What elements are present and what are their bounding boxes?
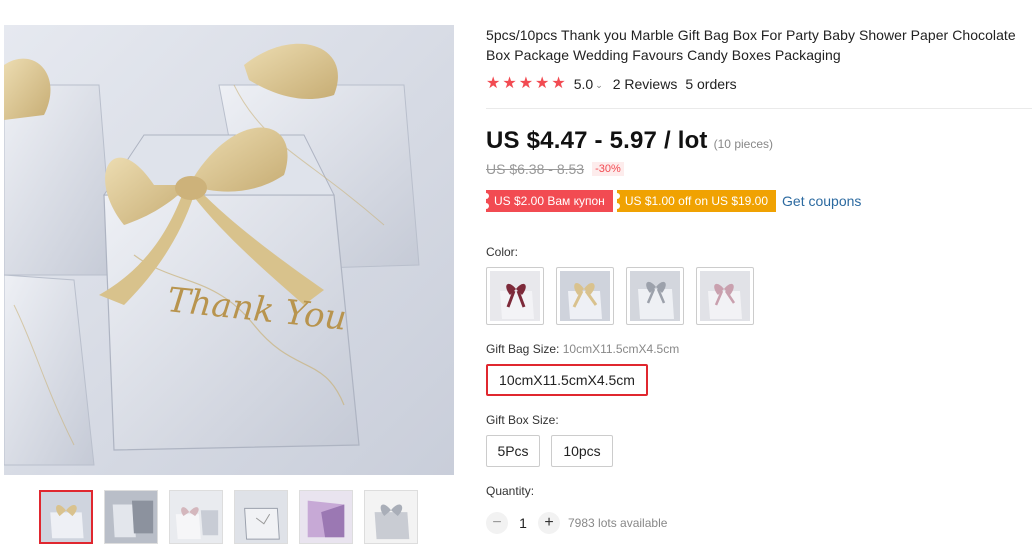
product-title: 5pcs/10pcs Thank you Marble Gift Bag Box…: [486, 27, 1016, 63]
box-size-label: Gift Box Size:: [486, 413, 559, 427]
swatch-gold-ribbon[interactable]: [556, 267, 614, 325]
chevron-down-icon[interactable]: ⌄: [595, 80, 603, 91]
color-label: Color:: [486, 245, 519, 259]
quantity-stepper: − 1 + 7983 lots available: [486, 512, 667, 534]
bag-size-selected-value: 10cmX11.5cmX4.5cm: [562, 342, 680, 356]
swatch-grey-ribbon[interactable]: [626, 267, 684, 325]
discount-badge: -30%: [592, 162, 624, 176]
divider: [486, 108, 1032, 109]
lots-available: 7983 lots available: [568, 516, 668, 530]
original-price-row: US $6.38 - 8.53 -30%: [486, 161, 624, 177]
quantity-decrease-button[interactable]: −: [486, 512, 508, 534]
star-icon: ★: [486, 75, 501, 92]
get-coupons-link[interactable]: Get coupons: [782, 193, 861, 209]
swatch-pink-ribbon[interactable]: [696, 267, 754, 325]
orders-count: 5 orders: [685, 76, 737, 92]
star-icon: ★: [518, 75, 534, 92]
quantity-increase-button[interactable]: +: [538, 512, 560, 534]
bag-size-label: Gift Bag Size: 10cmX11.5cmX4.5cm: [486, 342, 679, 356]
bag-size-option-10cm[interactable]: 10cmX11.5cmX4.5cm: [486, 364, 648, 396]
rating-value[interactable]: 5.0: [574, 76, 593, 92]
current-price: US $4.47 - 5.97 / lot: [486, 127, 708, 154]
reviews-link[interactable]: 2 Reviews: [613, 76, 678, 92]
swatch-burgundy-ribbon[interactable]: [486, 267, 544, 325]
store-coupon[interactable]: US $2.00 Вам купон: [483, 190, 613, 212]
original-price: US $6.38 - 8.53: [486, 161, 585, 177]
quantity-input[interactable]: 1: [508, 515, 538, 531]
thumbnail-5[interactable]: [299, 490, 353, 544]
star-icon: ★: [551, 75, 566, 92]
coupon-row: US $2.00 Вам купон US $1.00 off on US $1…: [483, 190, 861, 212]
box-size-option-10pcs[interactable]: 10pcs: [551, 435, 613, 467]
thumbnail-6[interactable]: [364, 490, 418, 544]
rating-stars: ★ ★ ★ ★ ★: [486, 76, 566, 92]
lot-pieces: (10 pieces): [713, 137, 774, 151]
rating-row: ★ ★ ★ ★ ★ 5.0 ⌄ 2 Reviews 5 orders: [486, 75, 1032, 93]
bag-size-label-text: Gift Bag Size:: [486, 342, 560, 356]
color-swatches: [486, 267, 754, 325]
star-icon: ★: [535, 75, 550, 92]
price-row: US $4.47 - 5.97 / lot (10 pieces): [486, 127, 773, 155]
thumbnail-3[interactable]: [169, 490, 223, 544]
product-photo: Thank You: [4, 25, 454, 475]
thumbnail-2[interactable]: [104, 490, 158, 544]
main-product-image[interactable]: Thank You: [4, 25, 454, 475]
quantity-label: Quantity:: [486, 484, 535, 498]
box-size-option-5pcs[interactable]: 5Pcs: [486, 435, 540, 467]
select-coupon[interactable]: US $1.00 off on US $19.00: [613, 190, 777, 212]
star-icon: ★: [502, 75, 517, 92]
thumbnail-1[interactable]: [39, 490, 93, 544]
thumbnail-4[interactable]: [234, 490, 288, 544]
